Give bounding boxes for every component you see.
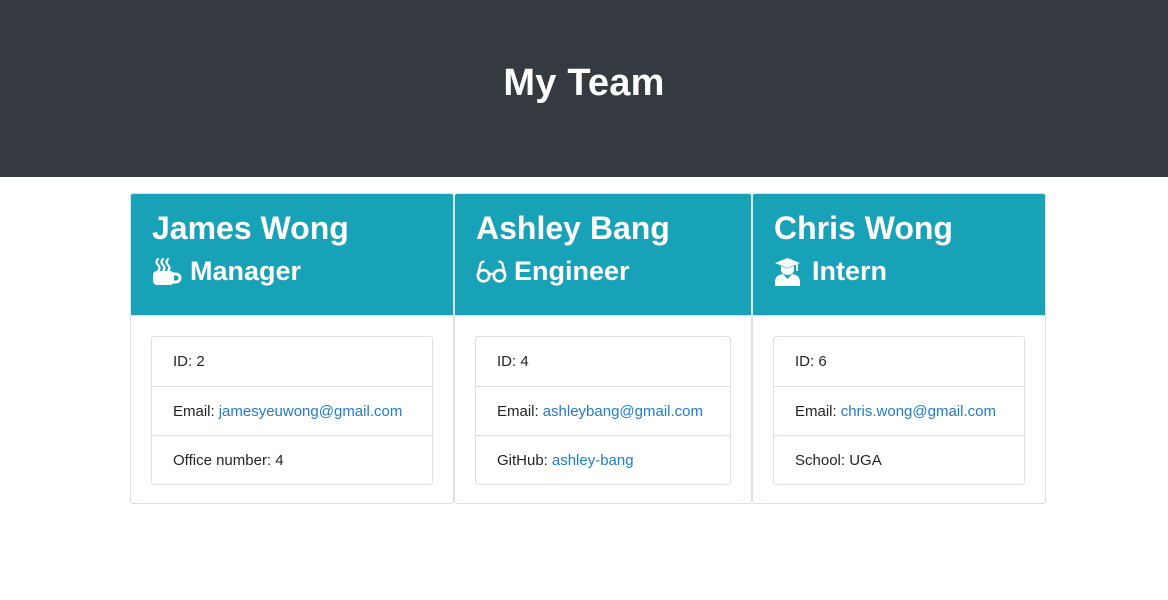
- info-list: ID: 6 Email: chris.wong@gmail.com School:…: [773, 336, 1025, 485]
- email-label: Email:: [173, 402, 215, 420]
- info-list: ID: 2 Email: jamesyeuwong@gmail.com Offic…: [151, 336, 433, 485]
- id-value: 4: [520, 353, 529, 370]
- employee-name: Chris Wong: [774, 210, 953, 246]
- id-row: ID: 4: [476, 337, 730, 386]
- employee-card-engineer: Ashley Bang Engineer ID: 4 Email: ashley…: [454, 193, 752, 504]
- school-value: UGA: [849, 451, 882, 469]
- office-number-value: 4: [275, 451, 284, 469]
- employee-name: Ashley Bang: [476, 210, 670, 246]
- github-label: GitHub:: [497, 451, 548, 469]
- email-label: Email:: [497, 402, 539, 420]
- id-label: ID:: [497, 353, 517, 370]
- info-list: ID: 4 Email: ashleybang@gmail.com GitHub:…: [475, 336, 731, 485]
- card-header: James Wong Manager: [131, 194, 453, 316]
- card-body: ID: 6 Email: chris.wong@gmail.com School:…: [753, 316, 1045, 485]
- github-row: GitHub: ashley-bang: [476, 435, 730, 484]
- card-body: ID: 2 Email: jamesyeuwong@gmail.com Offic…: [131, 316, 453, 485]
- email-row: Email: jamesyeuwong@gmail.com: [152, 386, 432, 435]
- id-label: ID:: [173, 353, 193, 370]
- email-link[interactable]: ashleybang@gmail.com: [543, 403, 703, 420]
- id-row: ID: 2: [152, 337, 432, 386]
- id-label: ID:: [795, 353, 815, 370]
- email-row: Email: chris.wong@gmail.com: [774, 386, 1024, 435]
- office-number-label: Office number:: [173, 451, 272, 469]
- card-body: ID: 4 Email: ashleybang@gmail.com GitHub:…: [455, 316, 751, 485]
- school-label: School:: [795, 451, 846, 469]
- office-number-row: Office number: 4: [152, 435, 432, 484]
- role-label: Manager: [190, 256, 302, 286]
- employee-role: Intern: [774, 254, 1025, 288]
- employee-name: James Wong: [152, 210, 349, 246]
- page-header: My Team: [0, 0, 1168, 177]
- employee-card-intern: Chris Wong Intern ID: 6 Email: chris.won…: [752, 193, 1046, 504]
- employee-role: Engineer: [476, 254, 731, 288]
- page-title: My Team: [503, 62, 665, 104]
- email-link[interactable]: chris.wong@gmail.com: [841, 403, 996, 420]
- email-link[interactable]: jamesyeuwong@gmail.com: [219, 403, 403, 420]
- role-label: Engineer: [514, 256, 630, 286]
- id-value: 2: [196, 353, 205, 370]
- team-cards: James Wong Manager ID: 2 Email: jamesyeu…: [130, 193, 1046, 504]
- employee-card-manager: James Wong Manager ID: 2 Email: jamesyeu…: [130, 193, 454, 504]
- id-row: ID: 6: [774, 337, 1024, 386]
- school-row: School: UGA: [774, 435, 1024, 484]
- card-header: Ashley Bang Engineer: [455, 194, 751, 316]
- role-label: Intern: [812, 256, 888, 286]
- github-link[interactable]: ashley-bang: [552, 452, 634, 469]
- id-value: 6: [818, 353, 827, 370]
- card-header: Chris Wong Intern: [753, 194, 1045, 316]
- graduate-icon: [774, 257, 805, 286]
- email-row: Email: ashleybang@gmail.com: [476, 386, 730, 435]
- glasses-icon: [476, 257, 507, 286]
- email-label: Email:: [795, 402, 837, 420]
- coffee-mug-icon: [152, 257, 183, 286]
- employee-role: Manager: [152, 254, 433, 288]
